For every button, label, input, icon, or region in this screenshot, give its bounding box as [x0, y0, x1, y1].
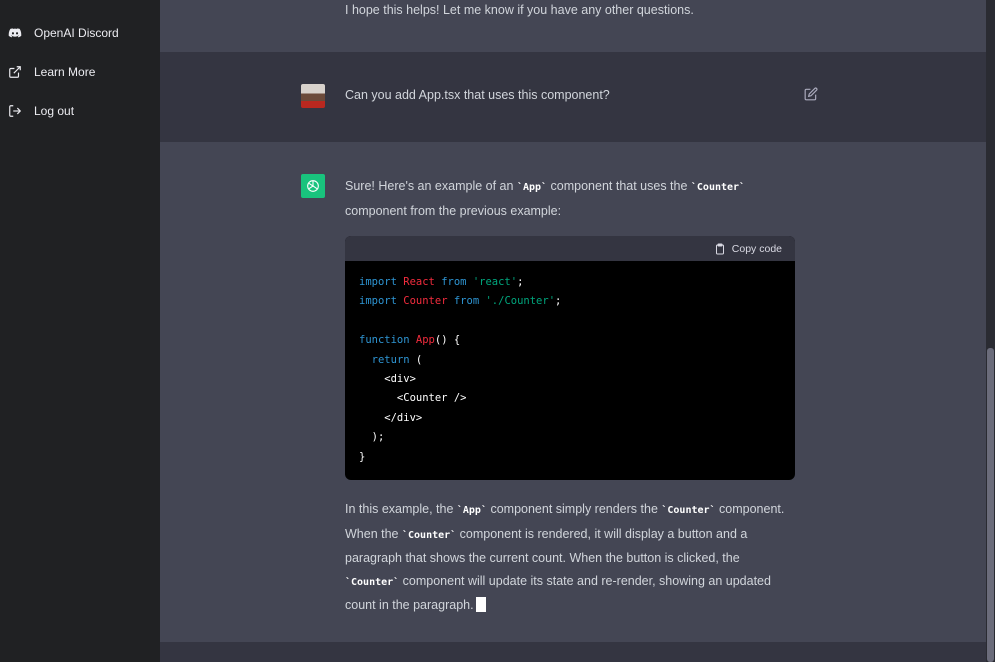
code-line: <Counter /> [359, 392, 467, 405]
message-text: I hope this helps! Let me know if you ha… [345, 3, 694, 17]
sidebar-item-label: OpenAI Discord [34, 26, 119, 40]
sidebar-item-openai-discord[interactable]: OpenAI Discord [8, 23, 119, 43]
code-line: <div> [359, 373, 416, 386]
code-line: </div> [359, 411, 423, 424]
chatgpt-logo-icon [301, 174, 325, 198]
inline-code: `Counter` [345, 576, 400, 588]
inline-code: `App` [516, 182, 548, 193]
sidebar-item-label: Log out [34, 104, 75, 118]
code-content: import React from 'react'; import Counte… [345, 261, 795, 479]
thread-bottom [160, 642, 986, 662]
sidebar-item-log-out[interactable]: Log out [8, 101, 74, 121]
code-line: return ( [371, 353, 423, 366]
copy-code-label: Copy code [731, 242, 782, 255]
external-link-icon [9, 66, 21, 78]
logout-icon [9, 105, 22, 117]
user-message-text: Can you add App.tsx that uses this compo… [345, 88, 610, 102]
code-block-header: Copy code [345, 236, 795, 261]
assistant-intro-text: Sure! Here's an example of an `App` comp… [345, 175, 795, 222]
scrollbar[interactable] [986, 0, 995, 662]
discord-icon [8, 28, 22, 38]
code-block: Copy code import React from 'react'; imp… [345, 236, 795, 480]
text-run: Sure! Here's an example of an [345, 179, 517, 193]
assistant-outro-text: In this example, the `App` component sim… [345, 498, 795, 617]
inline-code: `Counter` [401, 529, 457, 541]
user-avatar [301, 84, 325, 108]
code-line: function App() { [359, 334, 461, 347]
clipboard-icon [715, 243, 724, 254]
text-run: component from the previous example: [345, 203, 562, 218]
code-line: ); [359, 431, 385, 444]
text-run: component simply renders the [486, 502, 662, 516]
code-line: } [359, 450, 366, 463]
sidebar: OpenAI Discord Learn More Log out [0, 0, 160, 662]
sidebar-item-label: Learn More [34, 65, 96, 79]
edit-icon[interactable] [804, 87, 818, 101]
inline-code: `Counter` [661, 505, 716, 516]
inline-code: `App` [456, 505, 487, 516]
text-run: In this example, the [345, 502, 457, 516]
code-line: import Counter from './Counter'; [359, 295, 562, 308]
inline-code: `Counter` [690, 182, 746, 193]
sidebar-item-learn-more[interactable]: Learn More [8, 62, 95, 82]
assistant-message-previous: I hope this helps! Let me know if you ha… [160, 0, 986, 52]
text-run: component that uses the [547, 179, 691, 193]
scrollbar-thumb[interactable] [987, 348, 994, 662]
chat-thread: I hope this helps! Let me know if you ha… [160, 0, 986, 662]
text-run: component will update its state and re-r… [345, 573, 771, 613]
code-line: import React from 'react'; [359, 276, 524, 288]
copy-code-button[interactable]: Copy code [714, 243, 782, 255]
typing-cursor [475, 597, 486, 612]
